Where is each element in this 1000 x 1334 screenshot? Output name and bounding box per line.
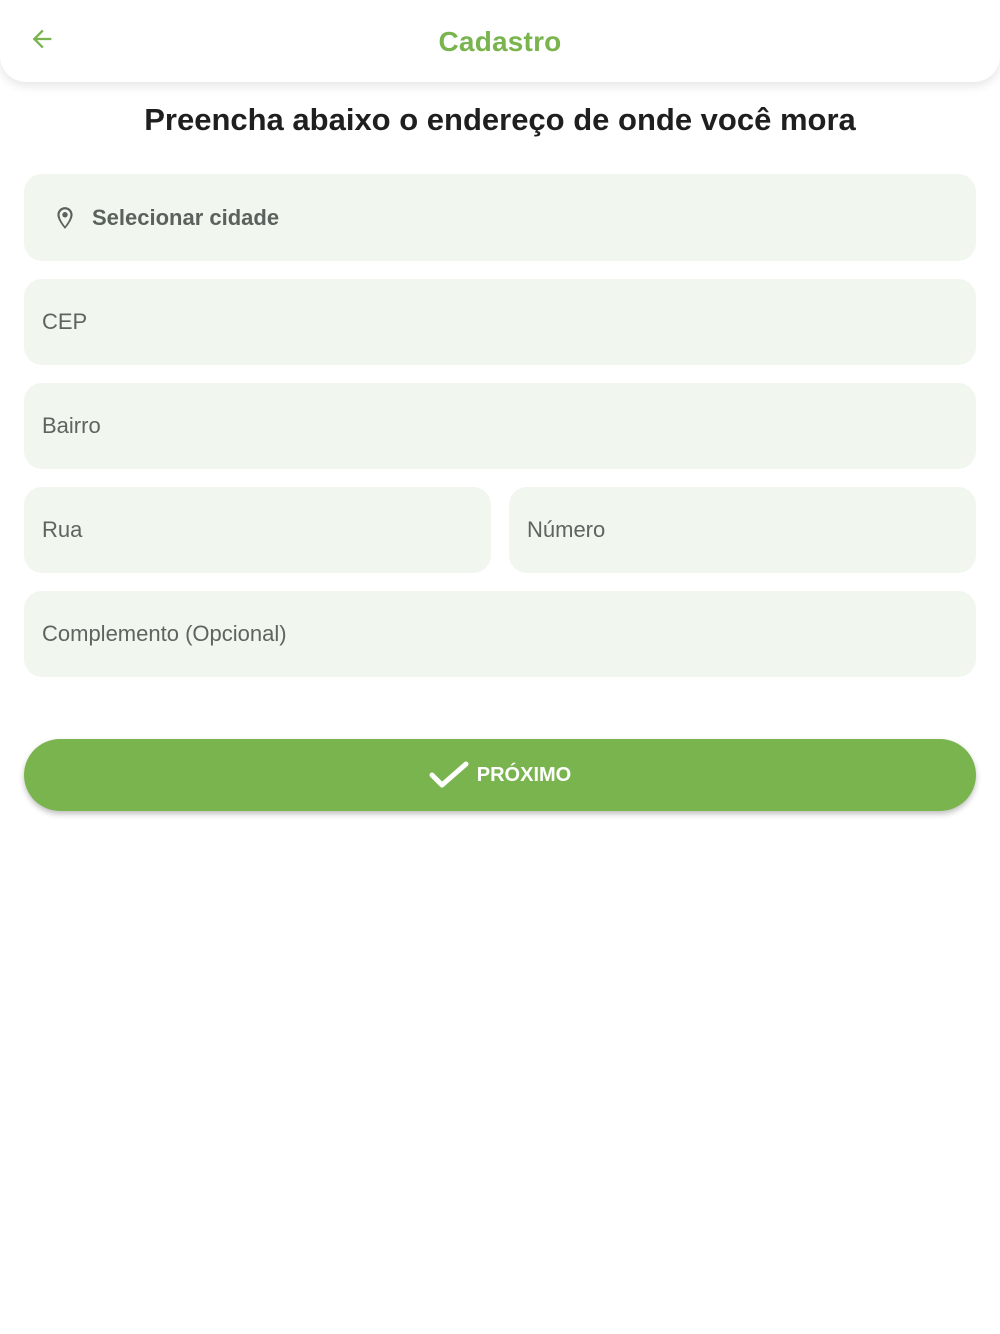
back-button[interactable] [20,17,64,61]
app-bar: Cadastro [0,0,1000,82]
cep-input[interactable]: CEP [24,279,976,365]
city-select[interactable]: Selecionar cidade [24,174,976,261]
bairro-placeholder: Bairro [42,413,101,438]
checkmark-icon [429,760,469,790]
page-title: Cadastro [438,26,562,57]
arrow-left-icon [32,29,52,49]
bairro-input[interactable]: Bairro [24,383,976,469]
rua-input[interactable]: Rua [24,487,491,573]
location-pin-icon [52,203,78,233]
form-heading: Preencha abaixo o endereço de onde você … [144,102,856,137]
numero-input[interactable]: Número [509,487,976,573]
rua-placeholder: Rua [42,517,83,542]
city-select-label: Selecionar cidade [92,204,280,230]
complemento-input[interactable]: Complemento (Opcional) [24,591,976,677]
complemento-placeholder: Complemento (Opcional) [42,621,287,646]
next-button-label: PRÓXIMO [476,763,572,786]
cep-placeholder: CEP [42,309,88,334]
numero-placeholder: Número [527,517,606,542]
next-button[interactable]: PRÓXIMO [24,739,976,811]
